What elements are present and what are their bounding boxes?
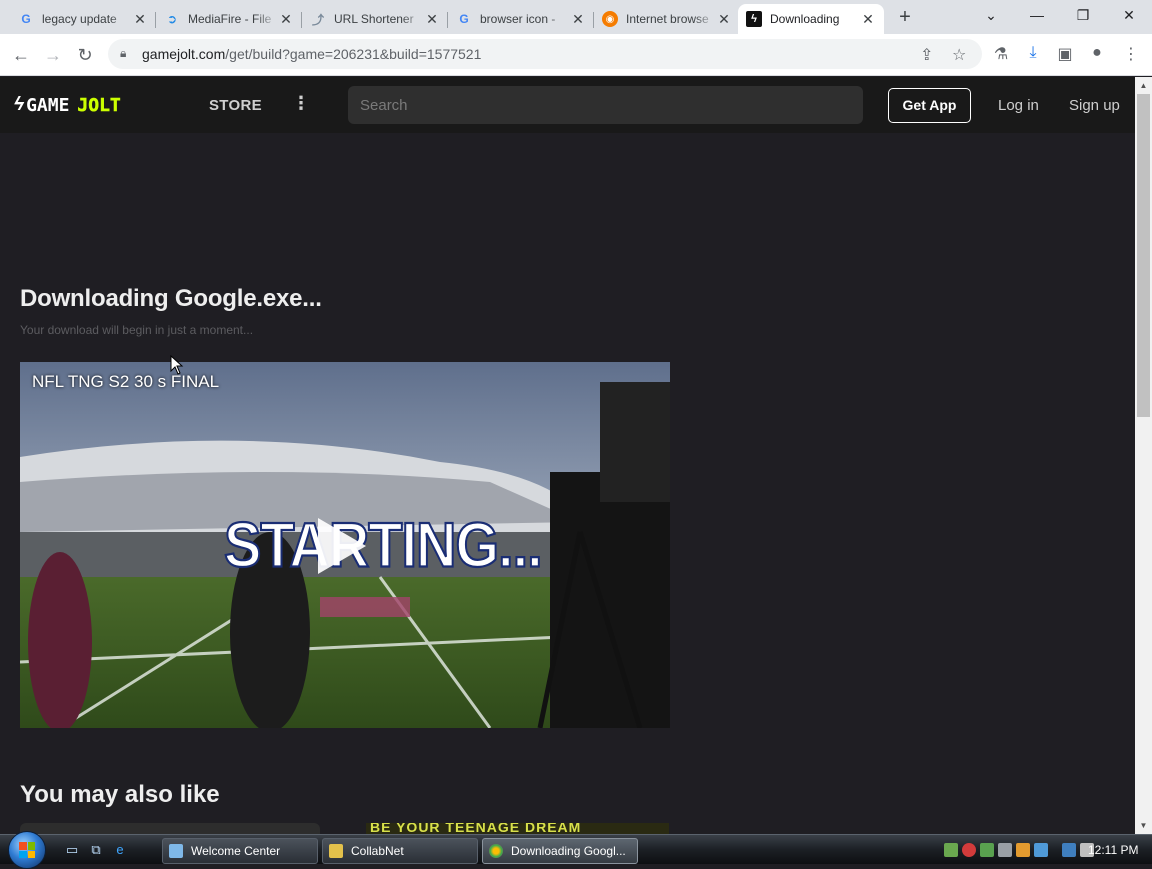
tray-app-icon[interactable] — [1016, 843, 1030, 857]
restore-button[interactable]: ❐ — [1060, 2, 1106, 30]
video-title: NFL TNG S2 30 s FINAL — [32, 372, 220, 391]
os-taskbar: ▭ ⧉ e Welcome Center CollabNet Downloadi… — [0, 831, 1152, 869]
welcome-center-icon — [169, 844, 183, 858]
browser-tab-strip: G legacy update ✕ ➲ MediaFire - File ✕ ⤴… — [0, 0, 1152, 34]
reload-button[interactable]: ↻ — [72, 42, 98, 68]
browser-tab[interactable]: G legacy update ✕ — [10, 4, 156, 34]
close-tab-icon[interactable]: ✕ — [860, 11, 876, 28]
share-icon[interactable]: ⇪ — [920, 45, 933, 65]
tray-app-icon[interactable] — [998, 843, 1012, 857]
scroll-down-arrow-icon[interactable]: ▼ — [1135, 817, 1152, 834]
tab-title: legacy update — [42, 12, 117, 26]
site-search-input[interactable] — [348, 86, 863, 124]
taskbar-clock[interactable]: 12:11 PM — [1088, 843, 1138, 857]
minimize-button[interactable]: — — [1014, 2, 1060, 30]
chrome-icon — [489, 844, 503, 858]
tray-app-icon[interactable] — [944, 843, 958, 857]
store-link[interactable]: STORE — [209, 97, 262, 114]
lock-icon[interactable]: 🔒︎ — [120, 46, 126, 61]
show-desktop-icon[interactable]: ▭ — [64, 842, 80, 858]
gamejolt-logo[interactable]: ϟ GAME JOLT — [14, 94, 121, 116]
internet-explorer-icon[interactable]: e — [112, 842, 128, 858]
tab-title: MediaFire - File — [188, 12, 272, 26]
mediafire-icon: ➲ — [166, 12, 178, 26]
new-tab-button[interactable]: + — [893, 6, 917, 30]
scroll-up-arrow-icon[interactable]: ▲ — [1135, 77, 1152, 94]
extension-flask-icon[interactable]: ⚗ — [990, 44, 1012, 64]
tab-title: browser icon - — [480, 12, 556, 26]
close-tab-icon[interactable]: ✕ — [132, 11, 148, 28]
download-icon[interactable]: ⤓ — [1022, 44, 1044, 62]
close-tab-icon[interactable]: ✕ — [278, 11, 294, 28]
url-path: /get/build?game=206231&build=1577521 — [225, 46, 482, 62]
taskbar-item-label: Downloading Googl... — [511, 844, 626, 858]
video-overlay-text: STARTING... — [223, 508, 544, 581]
taskbar-item-active[interactable]: Downloading Googl... — [482, 838, 638, 864]
browser-toolbar: ← → ↻ 🔒︎ gamejolt.com/get/build?game=206… — [0, 34, 1152, 76]
bolt-icon: ϟ — [14, 94, 25, 115]
recommended-game-thumbnail[interactable] — [20, 823, 320, 834]
system-tray — [944, 840, 1094, 860]
close-window-button[interactable]: ✕ — [1106, 2, 1152, 30]
google-icon: G — [21, 12, 31, 26]
recommended-game-thumbnail[interactable]: BE YOUR TEENAGE DREAM — [366, 823, 669, 834]
thumbnail-text: BE YOUR TEENAGE DREAM — [370, 823, 582, 834]
google-icon: G — [459, 12, 469, 26]
url-host: gamejolt.com — [142, 46, 226, 62]
folder-icon — [329, 844, 343, 858]
bookmark-star-icon[interactable]: ☆ — [952, 45, 966, 65]
tray-error-icon[interactable] — [962, 843, 976, 857]
logo-text-jolt: JOLT — [77, 94, 121, 116]
close-tab-icon[interactable]: ✕ — [570, 11, 586, 28]
download-subtitle: Your download will begin in just a momen… — [20, 323, 254, 337]
site-navbar: ϟ GAME JOLT STORE ⋮ Get App Log in Sign … — [0, 77, 1135, 133]
play-icon[interactable] — [318, 518, 366, 574]
browser-tab[interactable]: ⤴ URL Shortener ✕ — [302, 4, 448, 34]
tab-title: URL Shortener — [334, 12, 414, 26]
link-icon: ⤴ — [311, 12, 324, 27]
mouse-cursor-icon — [170, 355, 184, 375]
taskbar-item-label: CollabNet — [351, 844, 404, 858]
back-button[interactable]: ← — [8, 42, 34, 68]
tab-search-icon[interactable]: ⌄ — [968, 2, 1014, 30]
forward-button[interactable]: → — [40, 42, 66, 68]
tab-title: Downloading — [770, 12, 840, 26]
close-tab-icon[interactable]: ✕ — [424, 11, 440, 28]
windows-logo-icon — [19, 842, 35, 858]
close-tab-icon[interactable]: ✕ — [716, 11, 732, 28]
browser-tab-active[interactable]: ϟ Downloading ✕ — [738, 4, 884, 34]
gamejolt-icon: ϟ — [746, 11, 762, 27]
download-title: Downloading Google.exe... — [20, 285, 322, 312]
side-panel-icon[interactable]: ▣ — [1054, 44, 1076, 64]
url-text[interactable]: gamejolt.com/get/build?game=206231&build… — [142, 46, 481, 62]
taskbar-item[interactable]: CollabNet — [322, 838, 478, 864]
tray-check-icon[interactable] — [980, 843, 994, 857]
profile-avatar-icon[interactable]: ● — [1086, 44, 1108, 62]
tray-spacer — [1052, 843, 1058, 857]
taskbar-item-label: Welcome Center — [191, 844, 281, 858]
signup-link[interactable]: Sign up — [1069, 97, 1120, 114]
browser-tab[interactable]: G browser icon - ✕ — [448, 4, 594, 34]
browser-menu-icon[interactable]: ⋮ — [1120, 44, 1142, 64]
more-menu-icon[interactable]: ⋮ — [292, 93, 310, 114]
get-app-button[interactable]: Get App — [888, 88, 971, 123]
globe-icon: ◉ — [602, 11, 618, 27]
switch-windows-icon[interactable]: ⧉ — [88, 842, 104, 858]
address-bar[interactable]: 🔒︎ gamejolt.com/get/build?game=206231&bu… — [108, 39, 982, 69]
login-link[interactable]: Log in — [998, 97, 1039, 114]
scrollbar-thumb[interactable] — [1137, 94, 1150, 417]
browser-tab[interactable]: ◉ Internet browse ✕ — [594, 4, 740, 34]
tray-app-icon[interactable] — [1034, 843, 1048, 857]
page-scrollbar[interactable]: ▲ ▼ — [1135, 77, 1152, 834]
video-ad-player[interactable]: NFL TNG S2 30 s FINAL STARTING... — [20, 362, 670, 728]
network-icon[interactable] — [1062, 843, 1076, 857]
logo-text-game: GAME — [26, 94, 70, 116]
browser-tab[interactable]: ➲ MediaFire - File ✕ — [156, 4, 302, 34]
recommendations-heading: You may also like — [20, 781, 220, 808]
start-button[interactable] — [8, 831, 46, 869]
tab-title: Internet browse — [626, 12, 709, 26]
page-content: Downloading Google.exe... Your download … — [0, 133, 1135, 834]
taskbar-item[interactable]: Welcome Center — [162, 838, 318, 864]
